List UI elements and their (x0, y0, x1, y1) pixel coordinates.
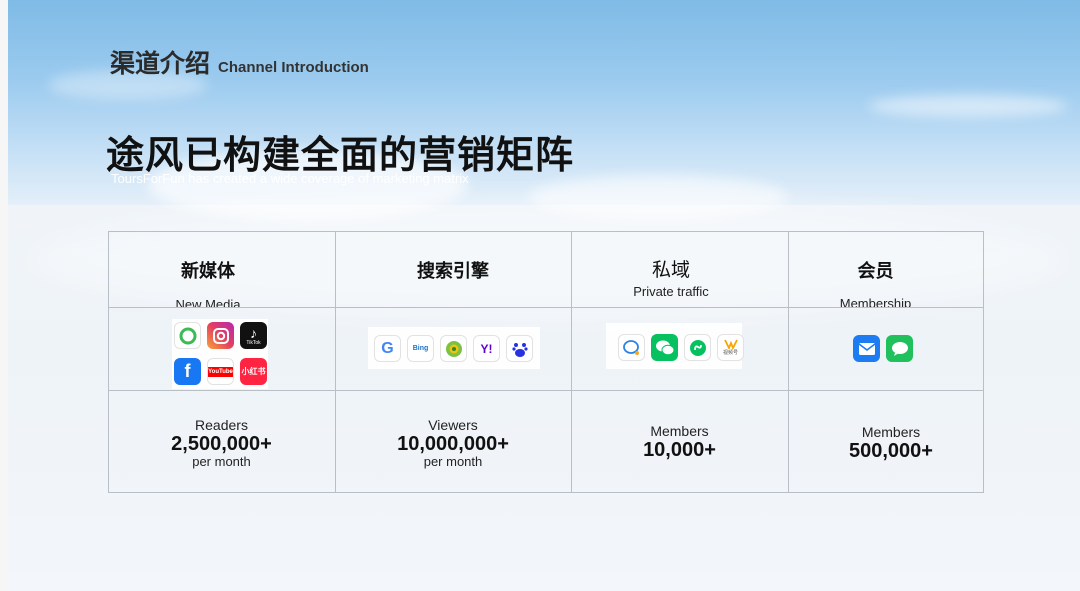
xiaohongshu-label: 小红书 (241, 367, 266, 376)
column-header-search-engine: 搜索引擎 (335, 257, 571, 283)
cloud (528, 175, 788, 220)
new-media-icons: ♪ TikTok f YouTube 小红书 (174, 322, 270, 388)
channel-table: 新媒体 New Media ♪ TikTok f YouTube 小红书 Rea… (108, 231, 984, 493)
stat-value: 500,000+ (849, 440, 933, 462)
google-label: G (381, 339, 394, 357)
column-header-new-media: 新媒体 New Media (108, 257, 308, 307)
column-title-en: Membership (839, 296, 912, 307)
tiktok-icon: ♪ TikTok (240, 322, 267, 349)
stat-search-engine: Viewers 10,000,000+ per month (335, 417, 571, 469)
channels-label: 视频号 (722, 350, 738, 356)
email-icon (853, 335, 880, 362)
section-title-en: Channel Introduction (218, 59, 369, 76)
youtube-label: YouTube (208, 366, 233, 377)
google-icon: G (374, 335, 401, 362)
wechat-icon (651, 334, 678, 361)
section-header: 渠道介绍 Channel Introduction (110, 44, 369, 80)
column-header-private-traffic: 私域 Private traffic (571, 255, 771, 299)
slide: 渠道介绍 Channel Introduction 途风已构建全面的营销矩阵 T… (8, 0, 1080, 591)
private-traffic-icons: 视频号 (618, 334, 748, 361)
stat-private-traffic: Members 10,000+ (571, 423, 788, 461)
cloud (868, 95, 1068, 117)
column-title-en: Private traffic (633, 284, 709, 299)
column-title-cn: 搜索引擎 (417, 261, 489, 281)
column-header-membership: 会员 Membership (788, 257, 963, 307)
tiktok-label: TikTok (246, 339, 261, 346)
facebook-icon: f (174, 358, 201, 385)
wecom-icon (618, 334, 645, 361)
stat-membership: Members 500,000+ (788, 424, 994, 462)
column-title-cn: 私域 (651, 260, 690, 281)
stat-unit: per month (192, 454, 251, 469)
instagram-icon (207, 322, 234, 349)
mini-program-icon (684, 334, 711, 361)
stat-value: 10,000+ (643, 439, 716, 461)
360-search-icon (440, 335, 467, 362)
column-title-cn: 新媒体 (181, 261, 235, 281)
wechat-moments-icon (174, 322, 201, 349)
stat-label: Members (861, 424, 921, 440)
column-title-en: New Media (175, 297, 241, 307)
section-title-cn: 渠道介绍 (110, 50, 211, 78)
left-margin (0, 0, 8, 591)
youtube-icon: YouTube (207, 358, 234, 385)
baidu-icon (506, 335, 533, 362)
stat-unit: per month (423, 454, 483, 469)
stat-new-media: Readers 2,500,000+ per month (108, 417, 335, 469)
sms-icon (886, 335, 913, 362)
stat-label: Viewers (428, 417, 478, 433)
membership-icons (853, 335, 923, 362)
search-engine-icons: G Bing Y! (374, 335, 544, 362)
stat-label: Readers (195, 417, 248, 433)
hero-subtitle: ToursForFun has created a wide coverage … (111, 171, 469, 186)
stat-value: 10,000,000+ (397, 433, 509, 455)
stat-value: 2,500,000+ (171, 433, 272, 455)
yahoo-label: Y! (480, 341, 493, 356)
stat-label: Members (650, 423, 709, 439)
bing-icon: Bing (407, 335, 434, 362)
xiaohongshu-icon: 小红书 (240, 358, 267, 385)
column-title-cn: 会员 (857, 261, 894, 281)
bing-label: Bing (412, 345, 429, 352)
yahoo-icon: Y! (473, 335, 500, 362)
wechat-channels-icon: 视频号 (717, 334, 744, 361)
